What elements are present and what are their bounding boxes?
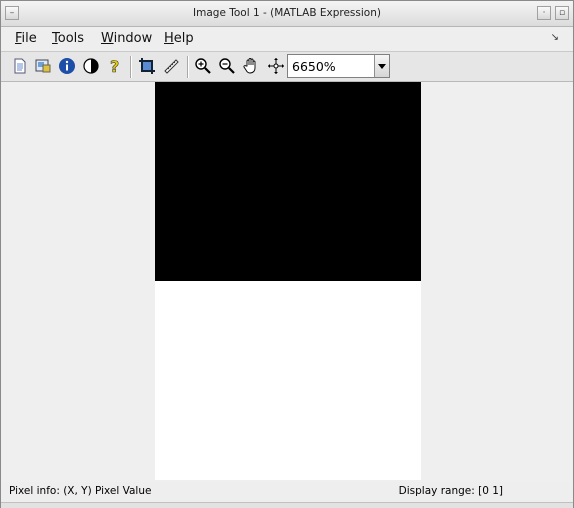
chevron-down-icon[interactable]	[374, 55, 389, 77]
menu-tools[interactable]: Tools	[52, 31, 84, 46]
overview-icon[interactable]	[267, 57, 285, 75]
toolbar: ? 6650%	[1, 51, 573, 82]
zoom-out-icon[interactable]	[218, 57, 236, 75]
measure-distance-icon[interactable]	[162, 57, 180, 75]
dock-arrow-icon[interactable]: ↘	[551, 32, 559, 43]
svg-text:?: ?	[110, 57, 119, 75]
adjust-contrast-icon[interactable]	[82, 57, 100, 75]
menu-file[interactable]: File	[15, 31, 37, 46]
image-display-area[interactable]	[2, 82, 572, 482]
menu-bar: File Tools Window Help ↘	[1, 27, 573, 51]
image-region-white	[155, 281, 421, 480]
maximize-button[interactable]: ▫	[555, 6, 569, 20]
window-title: Image Tool 1 - (MATLAB Expression)	[193, 7, 381, 19]
new-figure-icon[interactable]	[11, 57, 29, 75]
title-bar: – Image Tool 1 - (MATLAB Expression) · ▫	[1, 1, 573, 27]
zoom-level-combobox[interactable]: 6650%	[287, 54, 390, 78]
export-image-icon[interactable]	[34, 57, 52, 75]
toolbar-separator	[130, 56, 131, 78]
image-info-icon[interactable]	[58, 57, 76, 75]
pan-hand-icon[interactable]	[242, 57, 260, 75]
image-tool-window: – Image Tool 1 - (MATLAB Expression) · ▫…	[0, 0, 574, 508]
image-region-black	[155, 82, 421, 281]
pixel-info-label: Pixel info: (X, Y) Pixel Value	[9, 485, 152, 497]
crop-icon[interactable]	[138, 57, 156, 75]
zoom-in-icon[interactable]	[194, 57, 212, 75]
status-bar: Pixel info: (X, Y) Pixel Value Display r…	[1, 482, 573, 502]
zoom-level-value: 6650%	[292, 59, 336, 74]
menu-window[interactable]: Window	[101, 31, 152, 46]
toolbar-separator	[187, 56, 188, 78]
help-icon[interactable]: ?	[106, 57, 124, 75]
minimize-button[interactable]: ·	[537, 6, 551, 20]
window-bottom-border	[1, 502, 573, 508]
display-range-label: Display range: [0 1]	[398, 485, 503, 497]
menu-help[interactable]: Help	[164, 31, 194, 46]
